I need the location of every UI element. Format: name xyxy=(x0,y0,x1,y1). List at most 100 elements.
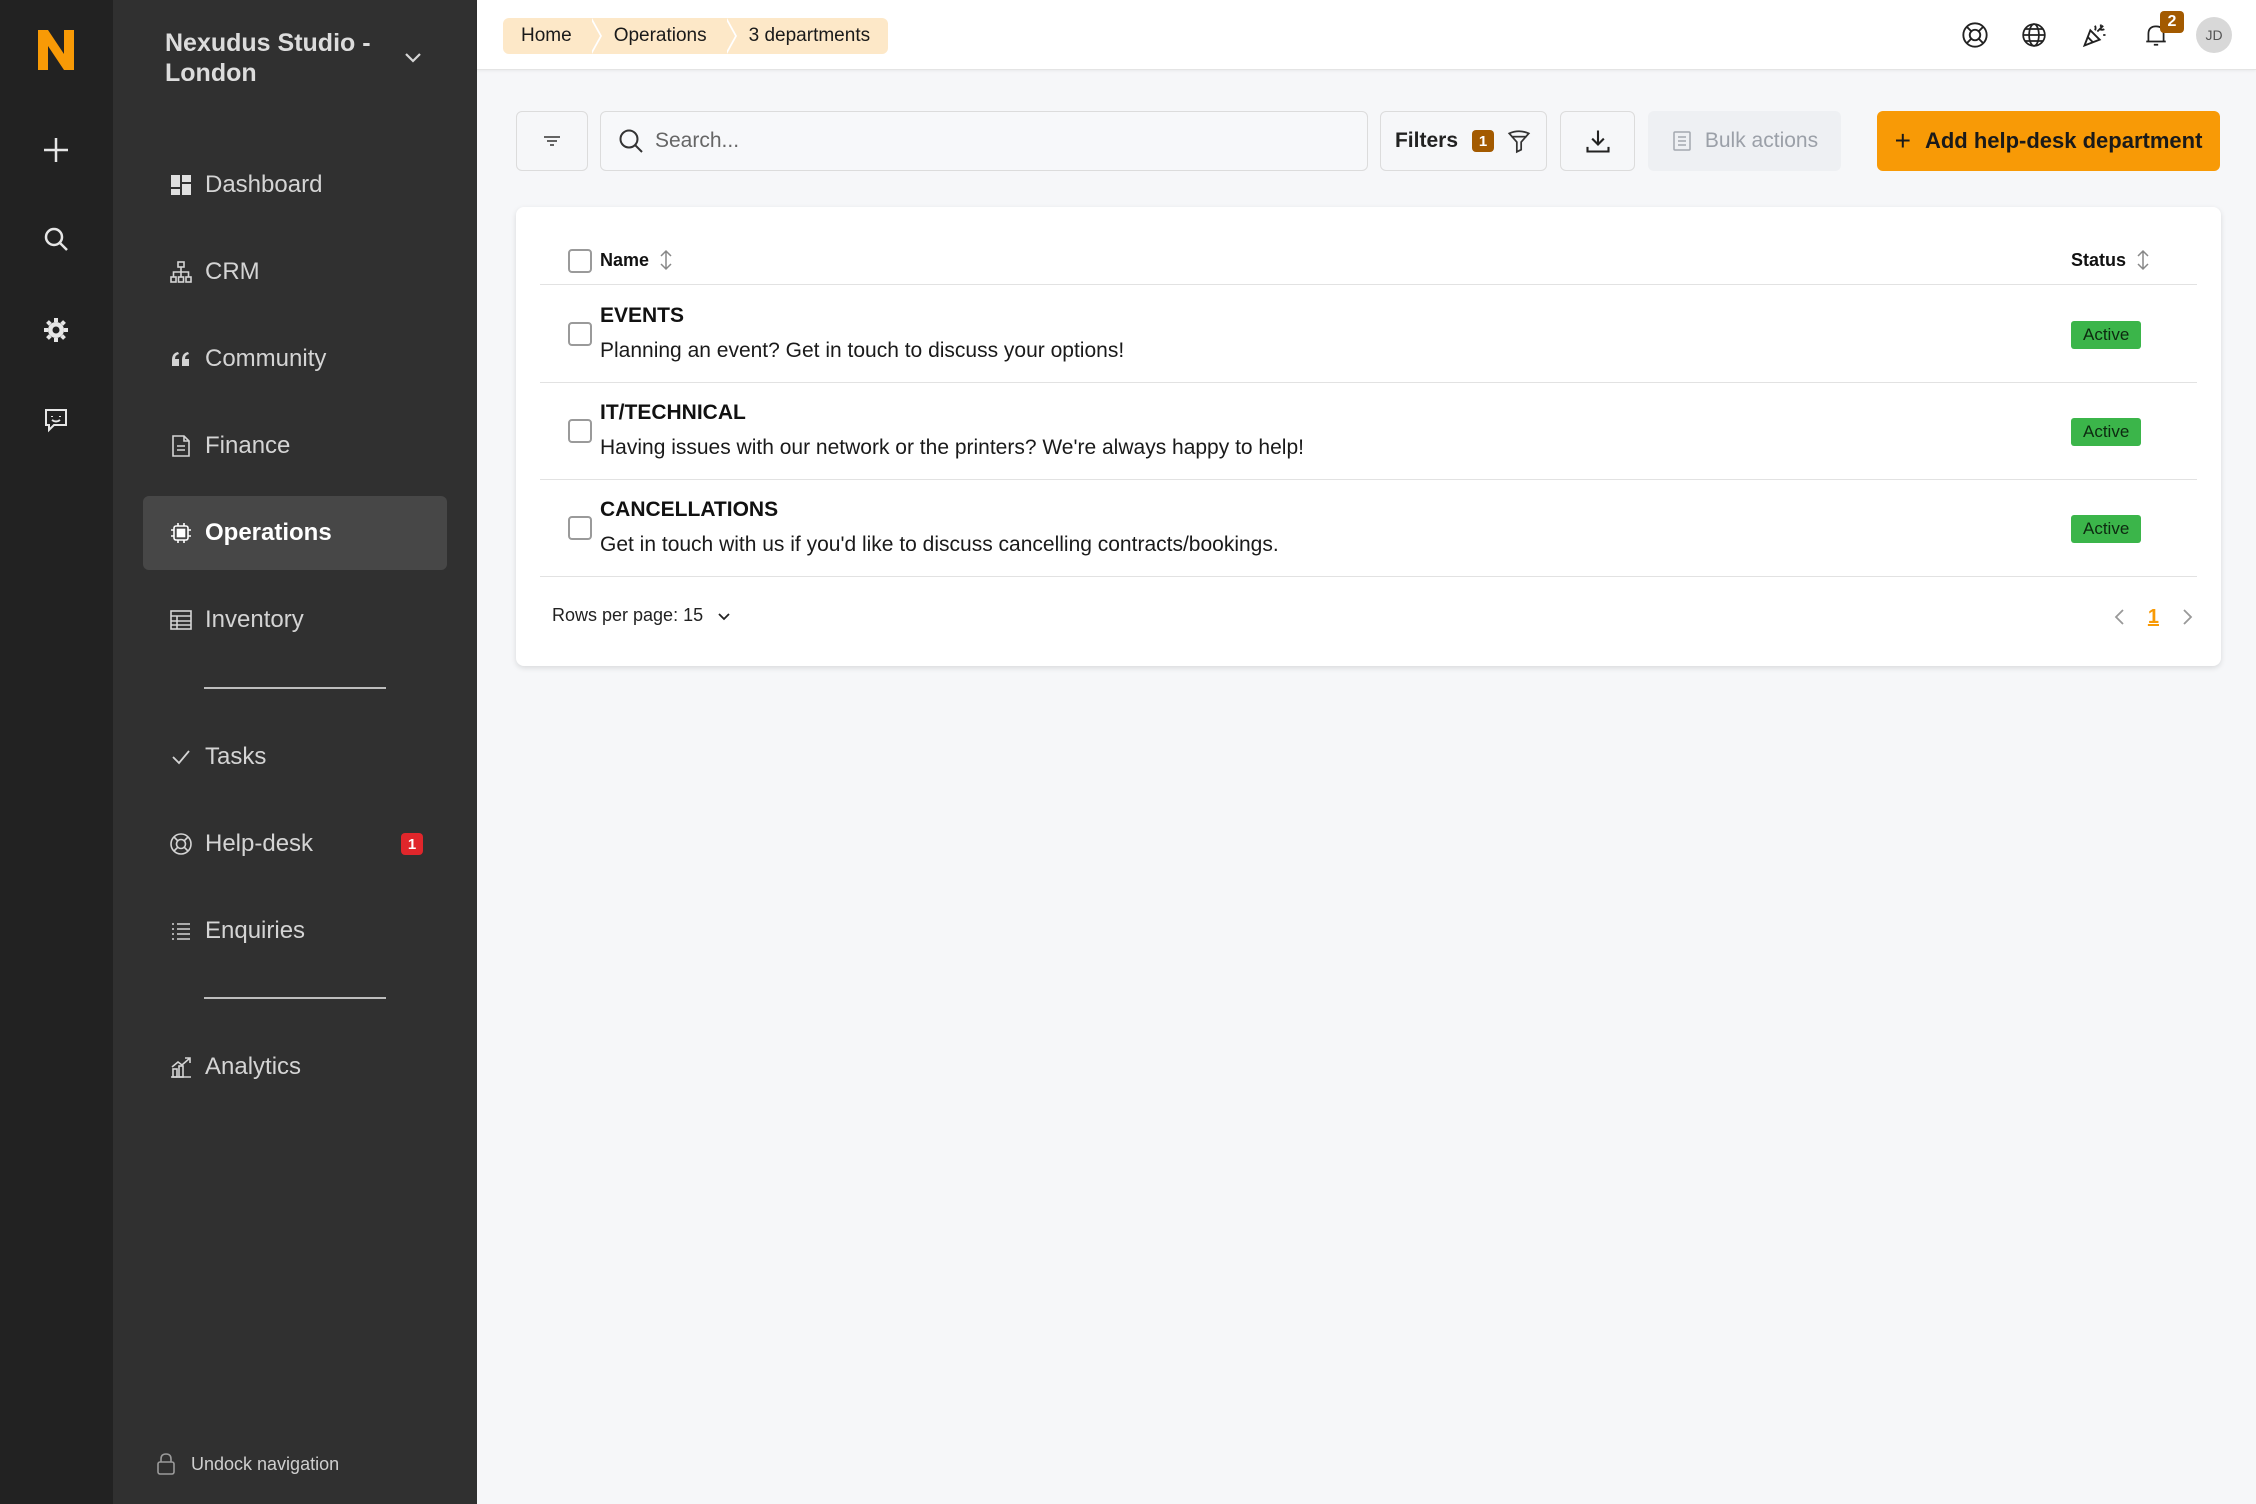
undock-navigation-label: Undock navigation xyxy=(191,1453,340,1474)
status-badge: Active xyxy=(2071,321,2142,349)
download-button[interactable] xyxy=(1560,111,1635,171)
search-icon xyxy=(619,129,643,153)
status-badge: Active xyxy=(2071,515,2142,543)
plus-icon xyxy=(44,138,68,162)
chevron-left-icon[interactable] xyxy=(2110,605,2130,629)
sidebar-item-inventory[interactable]: Inventory xyxy=(143,583,447,657)
sidebar-divider xyxy=(204,997,386,999)
sidebar-divider xyxy=(204,687,386,689)
row-checkbox[interactable] xyxy=(568,419,592,443)
filters-label: Filters xyxy=(1394,129,1459,152)
row-title[interactable]: CANCELLATIONS xyxy=(600,498,778,522)
sidebar-item-label: Help-desk xyxy=(205,830,314,857)
sidebar-item-operations[interactable]: Operations xyxy=(143,496,447,570)
breadcrumb-current: 3 departments xyxy=(724,18,889,54)
filters-count-badge: 1 xyxy=(1472,130,1495,152)
select-all-checkbox[interactable] xyxy=(568,249,592,273)
row-checkbox[interactable] xyxy=(568,516,592,540)
sort-icon xyxy=(2137,249,2149,271)
sidebar: Nexudus Studio - London Dashboard CRM Co… xyxy=(113,0,477,1504)
dashboard-icon xyxy=(169,173,193,197)
list-document-icon xyxy=(1673,131,1691,151)
gear-icon xyxy=(44,318,68,342)
rail-search-button[interactable] xyxy=(26,209,86,269)
undock-navigation-button[interactable]: Undock navigation xyxy=(155,1452,339,1476)
row-description: Having issues with our network or the pr… xyxy=(600,436,1304,459)
breadcrumb-operations[interactable]: Operations xyxy=(589,18,737,54)
page-number[interactable]: 1 xyxy=(2148,606,2159,629)
sidebar-item-analytics[interactable]: Analytics xyxy=(143,1030,447,1104)
sidebar-item-label: Dashboard xyxy=(205,171,323,198)
sidebar-item-label: Enquiries xyxy=(205,917,306,944)
table-row[interactable]: CANCELLATIONS Get in touch with us if yo… xyxy=(540,480,2197,577)
filter-lines-icon xyxy=(544,136,560,146)
table-row[interactable]: EVENTS Planning an event? Get in touch t… xyxy=(540,286,2197,383)
language-button[interactable] xyxy=(2018,19,2050,51)
table-header: Name Status xyxy=(540,237,2197,285)
pagination: 1 xyxy=(2110,605,2197,629)
column-filter-button[interactable] xyxy=(516,111,588,171)
bulk-actions-label: Bulk actions xyxy=(1704,129,1819,152)
lifebuoy-icon xyxy=(169,832,193,856)
notifications-button[interactable]: 2 xyxy=(2140,11,2184,51)
sidebar-item-crm[interactable]: CRM xyxy=(143,235,447,309)
column-header-status-label: Status xyxy=(2071,249,2127,270)
chart-icon xyxy=(169,1055,193,1079)
help-lifebuoy-button[interactable] xyxy=(1959,19,1991,51)
workspace-chevron-down-icon[interactable] xyxy=(399,44,427,72)
lifebuoy-icon xyxy=(1962,22,1988,48)
row-title[interactable]: IT/TECHNICAL xyxy=(600,401,746,425)
sidebar-item-label: Tasks xyxy=(205,743,267,770)
sidebar-item-label: Analytics xyxy=(205,1053,302,1080)
table-icon xyxy=(169,608,193,632)
whats-new-button[interactable] xyxy=(2079,19,2111,51)
notifications-badge: 2 xyxy=(2160,11,2184,33)
row-checkbox[interactable] xyxy=(568,322,592,346)
rail-add-button[interactable] xyxy=(26,120,86,180)
bulk-actions-button[interactable]: Bulk actions xyxy=(1648,111,1841,171)
sidebar-item-community[interactable]: Community xyxy=(143,322,447,396)
sidebar-item-enquiries[interactable]: Enquiries xyxy=(143,894,447,968)
sidebar-item-label: Inventory xyxy=(205,606,304,633)
rail-settings-button[interactable] xyxy=(26,300,86,360)
sidebar-item-finance[interactable]: Finance xyxy=(143,409,447,483)
plus-icon: + xyxy=(1894,125,1911,156)
globe-icon xyxy=(2022,23,2046,47)
crm-icon xyxy=(169,260,193,284)
check-icon xyxy=(169,745,193,769)
breadcrumb: Home Operations 3 departments xyxy=(503,18,889,54)
add-help-desk-department-button[interactable]: + Add help-desk department xyxy=(1877,111,2220,171)
rows-per-page-select[interactable]: Rows per page: 15 xyxy=(552,605,733,626)
chevron-right-icon[interactable] xyxy=(2177,605,2197,629)
row-title[interactable]: EVENTS xyxy=(600,304,684,328)
quote-icon xyxy=(169,347,193,371)
workspace-name[interactable]: Nexudus Studio - London xyxy=(165,28,425,88)
add-button-label: Add help-desk department xyxy=(1924,128,2203,153)
sidebar-item-help-desk[interactable]: Help-desk 1 xyxy=(143,807,447,881)
nexudus-logo[interactable] xyxy=(28,22,84,78)
download-icon xyxy=(1585,130,1610,153)
sidebar-item-label: Finance xyxy=(205,432,291,459)
sidebar-item-label: CRM xyxy=(205,258,260,285)
sidebar-item-dashboard[interactable]: Dashboard xyxy=(143,148,447,222)
sidebar-item-label: Community xyxy=(205,345,327,372)
row-description: Get in touch with us if you'd like to di… xyxy=(600,533,1279,556)
row-description: Planning an event? Get in touch to discu… xyxy=(600,339,1125,362)
column-header-name[interactable]: Name xyxy=(600,249,675,271)
sidebar-item-label: Operations xyxy=(205,519,332,546)
avatar[interactable]: JD xyxy=(2196,17,2232,53)
search-box xyxy=(600,111,1368,171)
filters-button[interactable]: Filters 1 xyxy=(1380,111,1547,171)
sidebar-item-tasks[interactable]: Tasks xyxy=(143,720,447,794)
document-icon xyxy=(169,434,193,458)
rail-feedback-button[interactable] xyxy=(26,390,86,450)
breadcrumb-home[interactable]: Home xyxy=(503,18,602,54)
sort-icon xyxy=(660,249,672,271)
column-header-name-label: Name xyxy=(600,249,650,270)
column-header-status[interactable]: Status xyxy=(2071,249,2152,271)
topbar: Home Operations 3 departments 2 JD xyxy=(477,0,2256,70)
chat-feedback-icon xyxy=(45,409,67,433)
search-input[interactable] xyxy=(655,129,1355,153)
table-row[interactable]: IT/TECHNICAL Having issues with our netw… xyxy=(540,383,2197,480)
funnel-icon xyxy=(1507,130,1531,154)
